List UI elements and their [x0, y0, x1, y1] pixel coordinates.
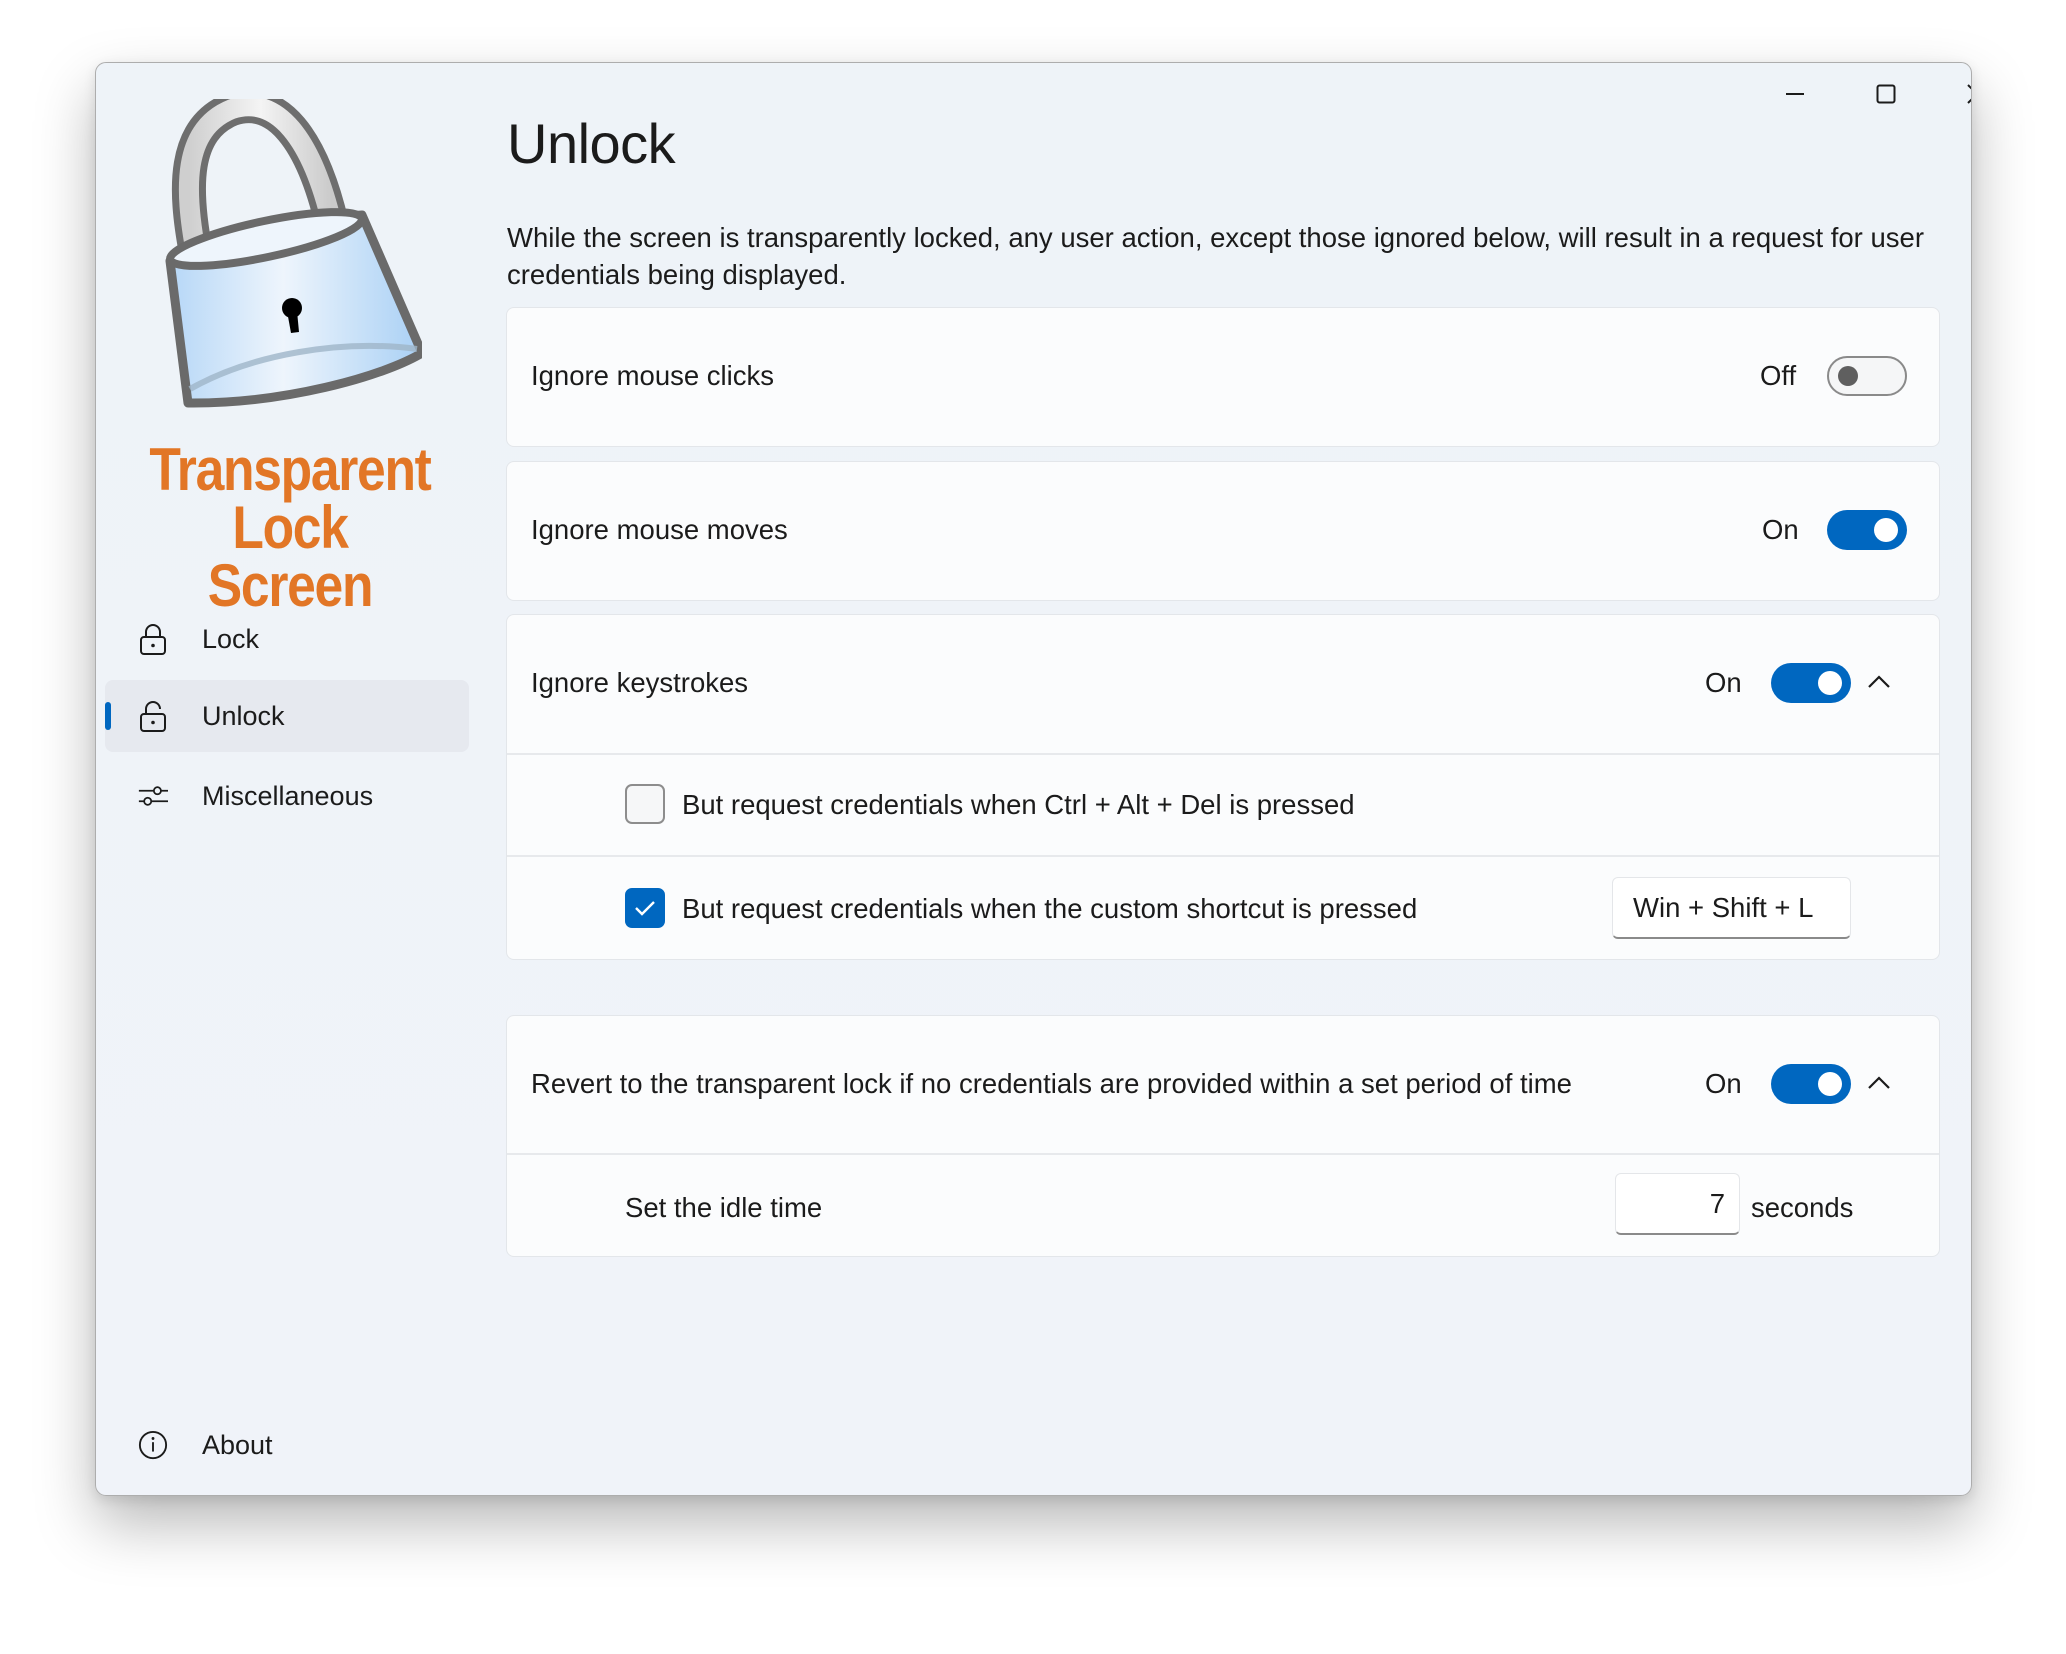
setting-label: Ignore mouse moves — [531, 514, 788, 545]
sidebar-item-label: Miscellaneous — [202, 780, 374, 811]
chevron-up-icon[interactable] — [1864, 1068, 1894, 1098]
idle-time-unit: seconds — [1751, 1192, 1854, 1223]
idle-time-label: Set the idle time — [625, 1192, 823, 1223]
expander-header[interactable]: Revert to the transparent lock if no cre… — [507, 1016, 1939, 1154]
close-icon — [1967, 84, 1971, 104]
app-window: Transparent Lock Screen Lock Unlock Misc… — [95, 62, 1972, 1496]
toggle-knob — [1874, 518, 1898, 542]
info-icon — [138, 1428, 168, 1462]
idle-time-value: 7 — [1709, 1187, 1725, 1219]
ignore-mouse-moves-toggle[interactable] — [1827, 510, 1907, 550]
sidebar-item-about[interactable]: About — [105, 1409, 469, 1481]
maximize-button[interactable] — [1841, 63, 1931, 125]
option-label: But request credentials when Ctrl + Alt … — [682, 789, 1355, 820]
unlock-icon — [138, 699, 168, 733]
sidebar-item-unlock[interactable]: Unlock — [105, 680, 469, 752]
sliders-icon — [138, 779, 168, 813]
selection-indicator — [105, 702, 111, 730]
chevron-up-icon[interactable] — [1864, 667, 1894, 697]
toggle-knob — [1838, 366, 1858, 386]
maximize-icon — [1876, 84, 1896, 104]
minimize-icon — [1786, 93, 1804, 95]
option-label: But request credentials when the custom … — [682, 893, 1418, 924]
shortcut-input[interactable]: Win + Shift + L — [1612, 877, 1851, 939]
page-title: Unlock — [507, 112, 676, 175]
toggle-state-text: On — [1705, 667, 1742, 698]
custom-shortcut-option-row: But request credentials when the custom … — [507, 857, 1939, 959]
setting-label: Ignore mouse clicks — [531, 360, 775, 391]
toggle-state-text: On — [1762, 514, 1799, 545]
ctrl-alt-del-option-row: But request credentials when Ctrl + Alt … — [507, 755, 1939, 855]
toggle-state-text: Off — [1760, 360, 1797, 391]
expander-header[interactable]: Ignore keystrokes On — [507, 615, 1939, 753]
logo-title-line1: Transparent — [149, 436, 431, 503]
idle-time-row: Set the idle time 7 seconds — [507, 1155, 1939, 1256]
setting-expander-revert-to-lock: Revert to the transparent lock if no cre… — [506, 1015, 1940, 1257]
minimize-button[interactable] — [1750, 63, 1840, 125]
padlock-icon — [162, 89, 427, 429]
setting-label: Ignore keystrokes — [531, 667, 749, 698]
toggle-knob — [1818, 1072, 1842, 1096]
ignore-keystrokes-toggle[interactable] — [1771, 663, 1851, 703]
setting-expander-ignore-keystrokes: Ignore keystrokes On But request credent… — [506, 614, 1940, 960]
custom-shortcut-checkbox[interactable] — [625, 888, 665, 928]
setting-label: Revert to the transparent lock if no cre… — [531, 1068, 1572, 1099]
revert-toggle[interactable] — [1771, 1064, 1851, 1104]
idle-time-input[interactable]: 7 — [1615, 1173, 1740, 1235]
logo-title-line2: Lock Screen — [207, 494, 374, 619]
sidebar-item-label: Lock — [202, 623, 260, 654]
sidebar-item-miscellaneous[interactable]: Miscellaneous — [105, 760, 469, 832]
lock-icon — [138, 622, 168, 656]
toggle-state-text: On — [1705, 1068, 1742, 1099]
toggle-knob — [1818, 671, 1842, 695]
shortcut-value: Win + Shift + L — [1633, 891, 1814, 923]
checkmark-icon — [635, 901, 655, 916]
setting-card-ignore-mouse-moves: Ignore mouse moves On — [506, 461, 1940, 601]
close-button[interactable] — [1932, 63, 1971, 125]
page-description: While the screen is transparently locked… — [507, 222, 1924, 290]
sidebar-item-label: About — [202, 1429, 273, 1460]
setting-card-ignore-mouse-clicks: Ignore mouse clicks Off — [506, 307, 1940, 447]
ignore-mouse-clicks-toggle[interactable] — [1827, 356, 1907, 396]
sidebar-item-label: Unlock — [202, 700, 285, 731]
ctrl-alt-del-checkbox[interactable] — [625, 784, 665, 824]
sidebar-item-lock[interactable]: Lock — [105, 603, 469, 675]
